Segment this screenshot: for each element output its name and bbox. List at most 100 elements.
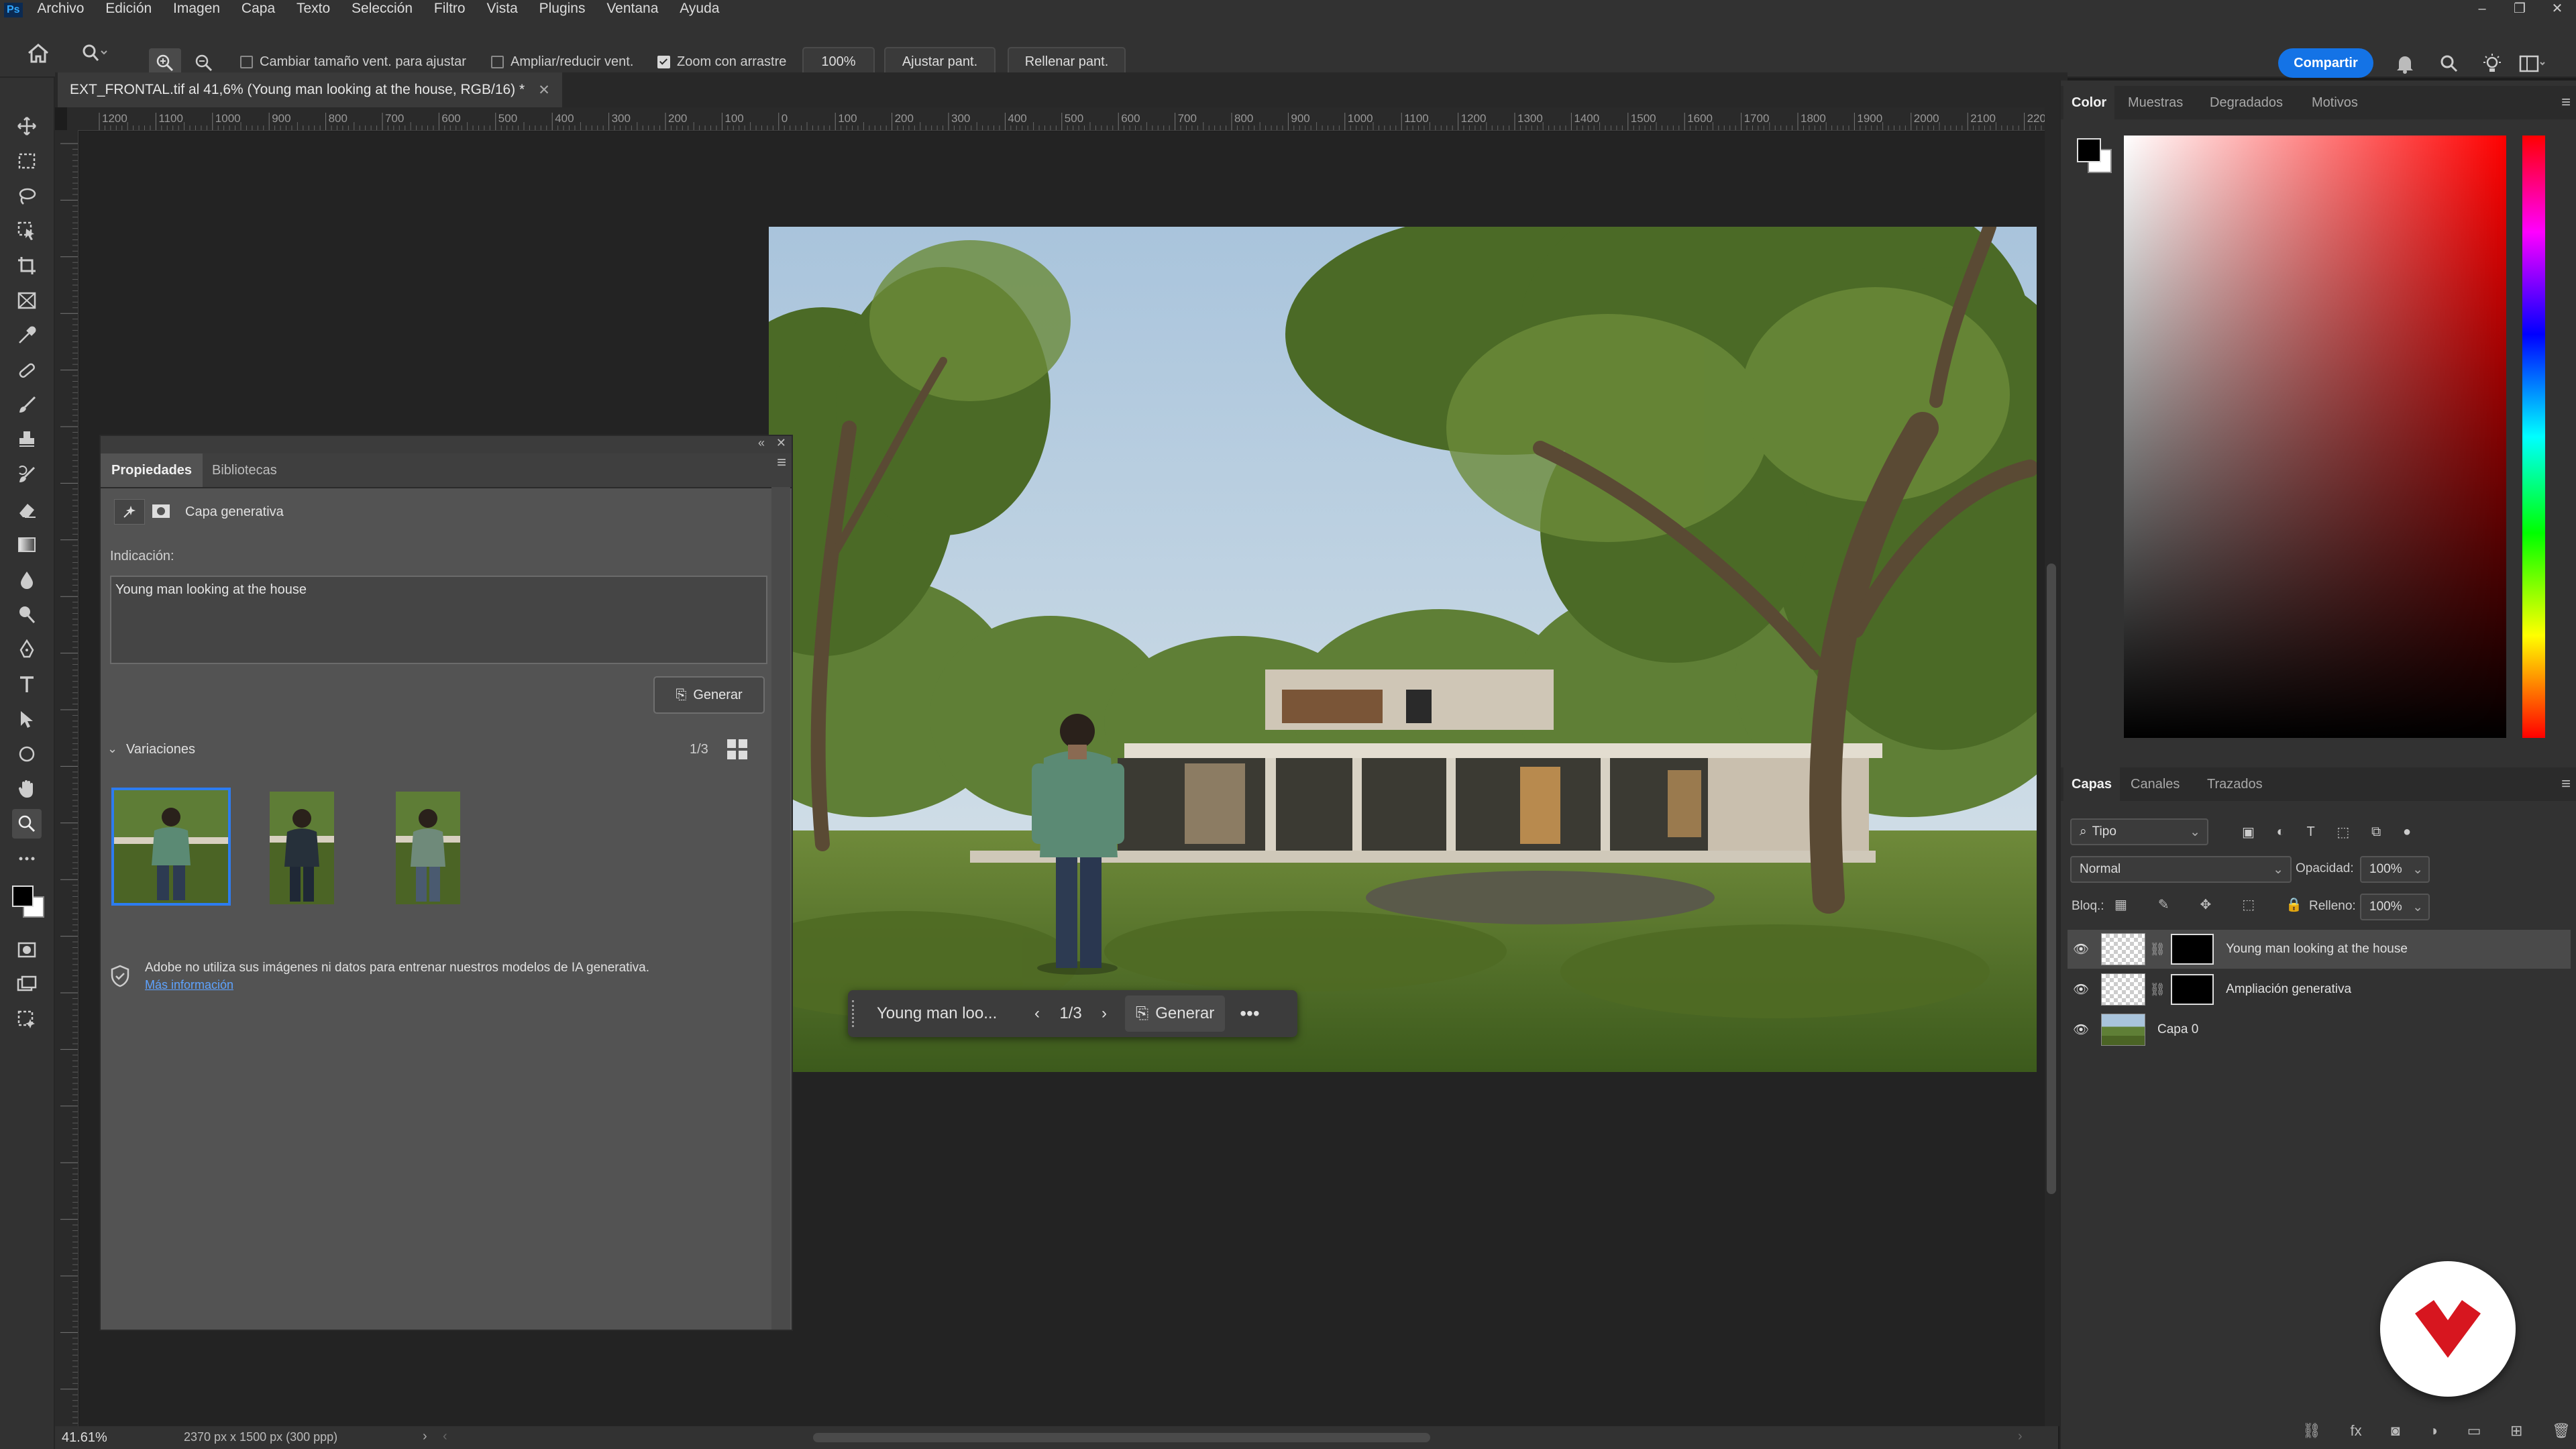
color-swatch-pair[interactable] — [2076, 137, 2113, 174]
stamp-tool-icon[interactable] — [12, 425, 42, 455]
layer-filter-select[interactable]: ⌕ Tipo ⌄ — [2070, 818, 2208, 845]
healing-brush-tool-icon[interactable] — [12, 356, 42, 385]
more-options-icon[interactable]: ••• — [1240, 1003, 1259, 1024]
add-mask-icon[interactable]: ◙ — [2391, 1422, 2400, 1445]
tab-color[interactable]: Color — [2063, 86, 2115, 119]
visibility-eye-icon[interactable]: 👁 — [2068, 1022, 2094, 1038]
lock-artboard-icon[interactable]: ⬚ — [2242, 896, 2255, 916]
screen-mode-icon[interactable] — [12, 970, 42, 1000]
search-icon[interactable] — [2434, 48, 2465, 79]
menu-vista[interactable]: Vista — [486, 0, 517, 17]
link-icon[interactable]: ⛓ — [2149, 941, 2165, 957]
eyedropper-tool-icon[interactable] — [12, 321, 42, 350]
path-selection-tool-icon[interactable] — [12, 704, 42, 734]
lock-transparent-icon[interactable]: ▦ — [2114, 896, 2127, 916]
visibility-eye-icon[interactable]: 👁 — [2068, 981, 2094, 998]
zoom-all-windows-checkbox[interactable]: Ampliar/reducir vent. — [491, 54, 633, 70]
layer-mask-thumbnail[interactable] — [2171, 974, 2214, 1005]
next-variation-icon[interactable]: › — [1093, 1004, 1116, 1023]
tab-capas[interactable]: Capas — [2063, 767, 2121, 801]
scrubby-zoom-checkbox[interactable]: Zoom con arrastre — [657, 54, 786, 70]
layer-mask-thumbnail[interactable] — [2171, 934, 2214, 965]
ellipse-tool-icon[interactable] — [12, 739, 42, 769]
chevron-down-icon[interactable]: ⌄ — [107, 742, 117, 756]
visibility-eye-icon[interactable]: 👁 — [2068, 941, 2094, 957]
dodge-tool-icon[interactable] — [12, 600, 42, 629]
foreground-color-swatch[interactable] — [12, 885, 34, 907]
blend-mode-select[interactable]: Normal ⌄ — [2070, 856, 2292, 883]
close-icon[interactable]: ✕ — [2538, 0, 2576, 17]
prompt-preview[interactable]: Young man loo... — [877, 1004, 1018, 1023]
menu-filtro[interactable]: Filtro — [434, 0, 466, 17]
layer-row[interactable]: 👁 Capa 0 — [2068, 1010, 2571, 1049]
panel-menu-icon[interactable]: ≡ — [777, 453, 786, 472]
zoom-level[interactable]: 41.61% — [62, 1430, 107, 1446]
vertical-scrollbar[interactable] — [2045, 107, 2059, 1426]
scroll-left-icon[interactable]: ‹ — [443, 1429, 447, 1444]
tab-canales[interactable]: Canales — [2123, 767, 2188, 801]
smart-object-filter-icon[interactable]: ⧉ — [2371, 824, 2381, 840]
hue-slider[interactable] — [2522, 136, 2545, 738]
grid-view-icon[interactable] — [726, 738, 749, 761]
type-tool-icon[interactable] — [12, 669, 42, 699]
properties-scrollbar[interactable] — [771, 487, 790, 1330]
tab-trazados[interactable]: Trazados — [2199, 767, 2271, 801]
adjustment-filter-icon[interactable]: ◐ — [2277, 824, 2285, 840]
shape-filter-icon[interactable]: ⬚ — [2337, 824, 2349, 841]
close-tab-icon[interactable]: ✕ — [538, 82, 550, 99]
bell-icon[interactable] — [2390, 48, 2420, 79]
discover-lightbulb-icon[interactable] — [2477, 48, 2508, 79]
menu-seleccion[interactable]: Selección — [352, 0, 413, 17]
status-chevron-icon[interactable]: › — [423, 1429, 427, 1444]
scrollbar-thumb[interactable] — [2047, 564, 2056, 1194]
home-icon[interactable] — [23, 38, 54, 68]
layers-panel-menu-icon[interactable]: ≡ — [2561, 767, 2571, 801]
zoom-tool-preset-icon[interactable] — [79, 38, 110, 68]
new-group-icon[interactable]: ▭ — [2467, 1422, 2481, 1445]
color-panel-menu-icon[interactable]: ≡ — [2561, 86, 2571, 119]
color-swatches[interactable] — [9, 883, 46, 920]
lock-all-icon[interactable]: 🔒 — [2286, 896, 2302, 916]
link-layers-icon[interactable]: ⛓ — [2302, 1422, 2321, 1445]
menu-plugins[interactable]: Plugins — [539, 0, 586, 17]
menu-imagen[interactable]: Imagen — [173, 0, 220, 17]
tab-degradados[interactable]: Degradados — [2202, 86, 2291, 119]
generate-button-contextual[interactable]: ⎘ Generar — [1125, 996, 1226, 1032]
collapse-panel-icon[interactable]: « — [758, 436, 765, 450]
document-tab[interactable]: EXT_FRONTAL.tif al 41,6% (Young man look… — [58, 72, 562, 107]
tab-bibliotecas[interactable]: Bibliotecas — [201, 453, 288, 487]
frame-tool-icon[interactable] — [12, 286, 42, 315]
generate-button[interactable]: ⎘ Generar — [653, 676, 765, 714]
fill-field[interactable]: 100% ⌄ — [2360, 894, 2430, 920]
object-selection-tool-icon[interactable] — [12, 216, 42, 246]
tab-propiedades[interactable]: Propiedades — [101, 453, 203, 487]
marquee-tool-icon[interactable] — [12, 146, 42, 176]
eraser-tool-icon[interactable] — [12, 495, 42, 525]
prompt-textarea[interactable]: Young man looking at the house — [110, 576, 767, 664]
history-brush-tool-icon[interactable] — [12, 460, 42, 490]
link-icon[interactable]: ⛓ — [2149, 981, 2165, 998]
pixel-layer-filter-icon[interactable]: ▣ — [2242, 824, 2255, 841]
quick-mask-icon[interactable] — [12, 935, 42, 965]
gradient-tool-icon[interactable] — [12, 530, 42, 559]
restore-icon[interactable]: ❐ — [2501, 0, 2538, 17]
close-panel-icon[interactable]: ✕ — [776, 436, 786, 450]
menu-edicion[interactable]: Edición — [105, 0, 152, 17]
blur-tool-icon[interactable] — [12, 565, 42, 594]
zoom-tool-icon[interactable] — [12, 809, 42, 839]
pen-tool-icon[interactable] — [12, 635, 42, 664]
menu-ayuda[interactable]: Ayuda — [680, 0, 719, 17]
delete-layer-icon[interactable]: 🗑 — [2552, 1422, 2571, 1445]
workspace-icon[interactable] — [2517, 48, 2548, 79]
minimize-icon[interactable]: – — [2463, 0, 2501, 17]
menu-archivo[interactable]: Archivo — [37, 0, 84, 17]
variation-thumb-3[interactable] — [396, 792, 460, 904]
menu-ventana[interactable]: Ventana — [606, 0, 658, 17]
opacity-field[interactable]: 100% ⌄ — [2360, 856, 2430, 883]
document-image[interactable] — [769, 227, 2037, 1072]
layer-row[interactable]: 👁 ⛓ Ampliación generativa — [2068, 970, 2571, 1009]
tab-motivos[interactable]: Motivos — [2304, 86, 2366, 119]
variation-thumb-2[interactable] — [270, 792, 334, 904]
brush-tool-icon[interactable] — [12, 390, 42, 420]
move-tool-icon[interactable] — [12, 111, 42, 141]
